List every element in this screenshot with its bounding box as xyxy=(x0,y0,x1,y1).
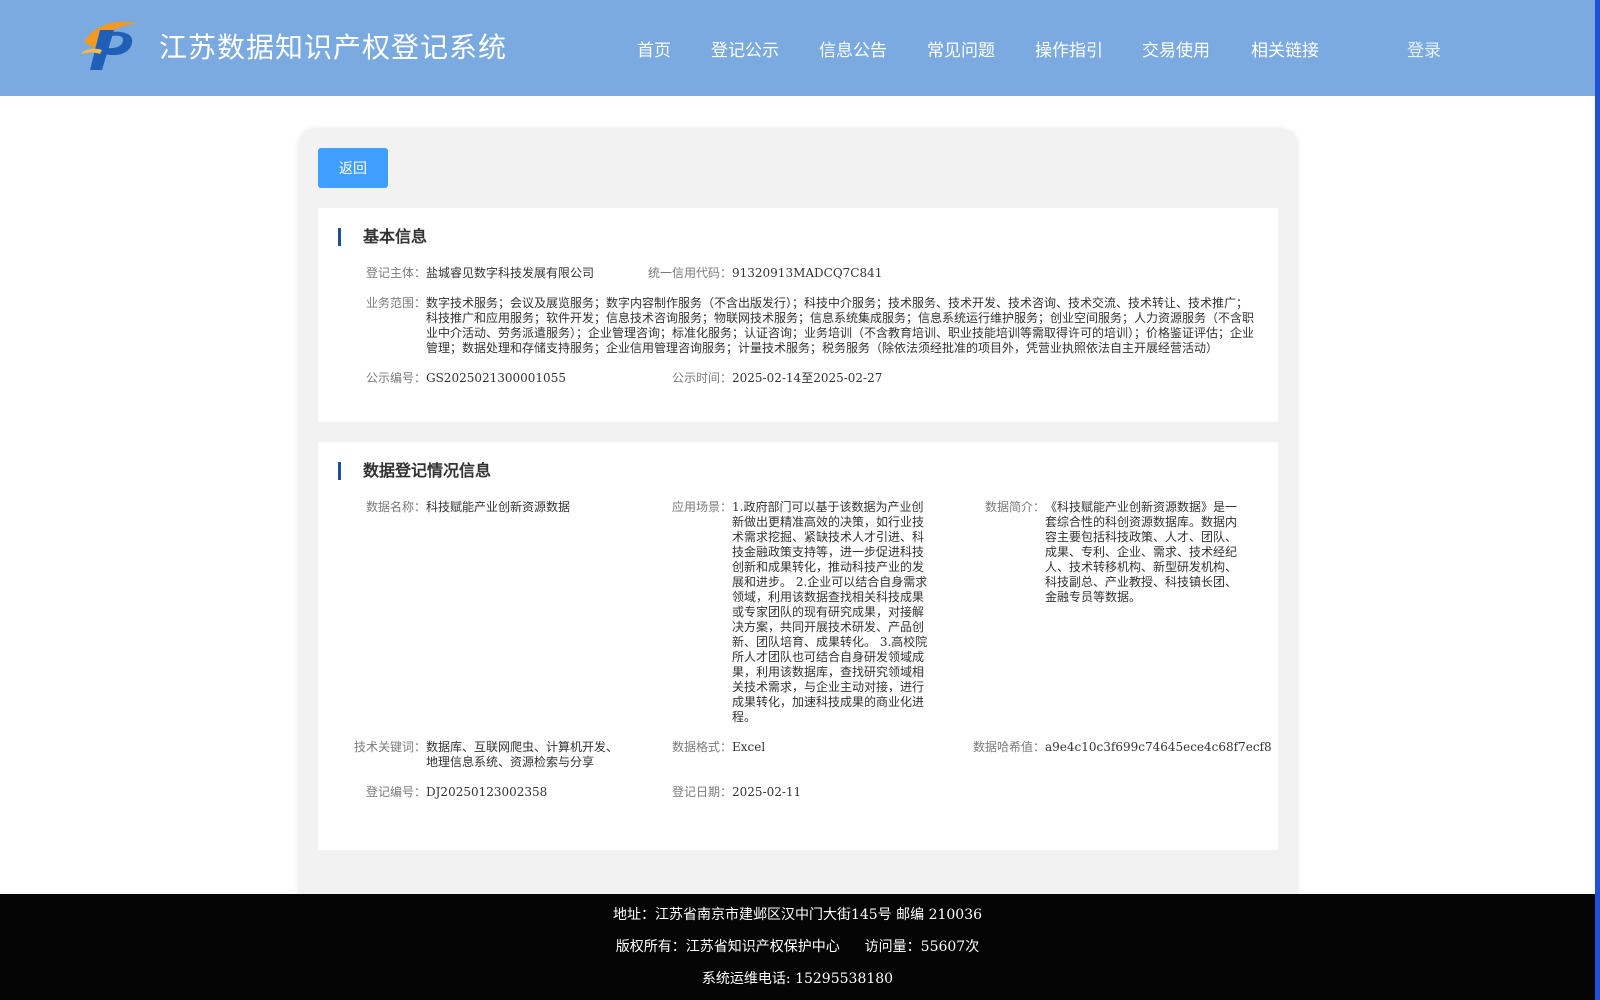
footer-visits-count: 55607次 xyxy=(920,939,980,955)
nav-item-registration-notice[interactable]: 登记公示 xyxy=(711,36,779,61)
field-application-scenario: 应用场景： 1.政府部门可以基于该数据为产业创新做出更精准高效的决策，如行业技术… xyxy=(648,500,938,725)
credit-code-value: 91320913MADCQ7C841 xyxy=(732,266,883,280)
field-tech-keywords: 技术关键词： 数据库、互联网爬虫、计算机开发、地理信息系统、资源检索与分享 xyxy=(348,740,628,772)
footer-copyright: 版权所有：江苏省知识产权保护中心 xyxy=(615,939,840,955)
nav-item-faq[interactable]: 常见问题 xyxy=(927,36,995,61)
field-data-intro: 数据简介： 《科技赋能产业创新资源数据》是一套综合性的科创资源数据库。数据内容主… xyxy=(958,500,1258,605)
nav-item-home[interactable]: 首页 xyxy=(637,36,671,61)
nav-item-trading[interactable]: 交易使用 xyxy=(1142,36,1210,61)
nav-item-announcements[interactable]: 信息公告 xyxy=(819,36,887,61)
data-hash-value: a9e4c10c3f699c74645ece4c68f7ecf8 xyxy=(1045,740,1272,754)
business-scope-label: 业务范围： xyxy=(365,296,426,310)
data-intro-value: 《科技赋能产业创新资源数据》是一套综合性的科创资源数据库。数据内容主要包括科技政… xyxy=(1045,500,1238,604)
footer-hotline: 系统运维电话: 15295538180 xyxy=(701,971,894,987)
application-scenario-value: 1.政府部门可以基于该数据为产业创新做出更精准高效的决策，如行业技术需求挖掘、紧… xyxy=(732,500,928,724)
main-nav: 首页 登记公示 信息公告 常见问题 操作指引 交易使用 相关链接 xyxy=(0,36,1595,66)
tech-keywords-value: 数据库、互联网爬虫、计算机开发、地理信息系统、资源检索与分享 xyxy=(426,740,619,769)
detail-panel: 返回 基本信息 登记主体： 盐城睿见数字科技发展有限公司 统一信用代码： 913… xyxy=(298,128,1298,908)
notice-no-label: 公示编号： xyxy=(365,371,426,385)
registration-no-value: DJ20250123002358 xyxy=(426,785,548,799)
registration-date-label: 登记日期： xyxy=(671,785,732,799)
registration-date-value: 2025-02-11 xyxy=(732,785,802,799)
application-scenario-label: 应用场景： xyxy=(671,500,732,514)
footer-visits-label: 访问量： xyxy=(864,939,921,955)
login-link[interactable]: 登录 xyxy=(1407,36,1441,61)
footer-address: 地址：江苏省南京市建邺区汉中门大街145号 邮编 210036 xyxy=(612,907,983,923)
basic-info-title: 基本信息 xyxy=(338,228,427,246)
tech-keywords-label: 技术关键词： xyxy=(353,740,426,754)
nav-item-guide[interactable]: 操作指引 xyxy=(1035,36,1103,61)
field-business-scope: 业务范围： 数字技术服务；会议及展览服务；数字内容制作服务（不含出版发行）；科技… xyxy=(348,296,1258,358)
registration-no-label: 登记编号： xyxy=(365,785,426,799)
data-registration-card: 数据登记情况信息 数据名称： 科技赋能产业创新资源数据 应用场景： 1.政府部门… xyxy=(318,442,1278,850)
footer-copyright-line: 版权所有：江苏省知识产权保护中心 访问量：55607次 xyxy=(0,936,1595,956)
back-button[interactable]: 返回 xyxy=(318,148,388,188)
notice-time-value: 2025-02-14至2025-02-27 xyxy=(732,371,883,385)
credit-code-label: 统一信用代码： xyxy=(648,266,733,280)
site-footer: 地址：江苏省南京市建邺区汉中门大街145号 邮编 210036 版权所有：江苏省… xyxy=(0,894,1595,1000)
data-format-label: 数据格式： xyxy=(671,740,732,754)
page-scrollbar[interactable] xyxy=(1595,0,1600,1000)
basic-info-card: 基本信息 登记主体： 盐城睿见数字科技发展有限公司 统一信用代码： 913209… xyxy=(318,208,1278,422)
notice-no-value: GS2025021300001055 xyxy=(426,371,566,385)
subject-value: 盐城睿见数字科技发展有限公司 xyxy=(426,266,595,280)
subject-label: 登记主体： xyxy=(365,266,426,280)
data-registration-title: 数据登记情况信息 xyxy=(338,462,491,480)
data-format-value: Excel xyxy=(732,740,766,754)
nav-item-links[interactable]: 相关链接 xyxy=(1251,36,1319,61)
top-header: 江苏数据知识产权登记系统 首页 登记公示 信息公告 常见问题 操作指引 交易使用… xyxy=(0,0,1595,96)
data-name-label: 数据名称： xyxy=(365,500,426,514)
data-intro-label: 数据简介： xyxy=(984,500,1045,514)
notice-time-label: 公示时间： xyxy=(671,371,732,385)
data-hash-label: 数据哈希值： xyxy=(972,740,1045,754)
data-name-value: 科技赋能产业创新资源数据 xyxy=(426,500,571,514)
business-scope-value: 数字技术服务；会议及展览服务；数字内容制作服务（不含出版发行）；科技中介服务；技… xyxy=(426,296,1255,355)
